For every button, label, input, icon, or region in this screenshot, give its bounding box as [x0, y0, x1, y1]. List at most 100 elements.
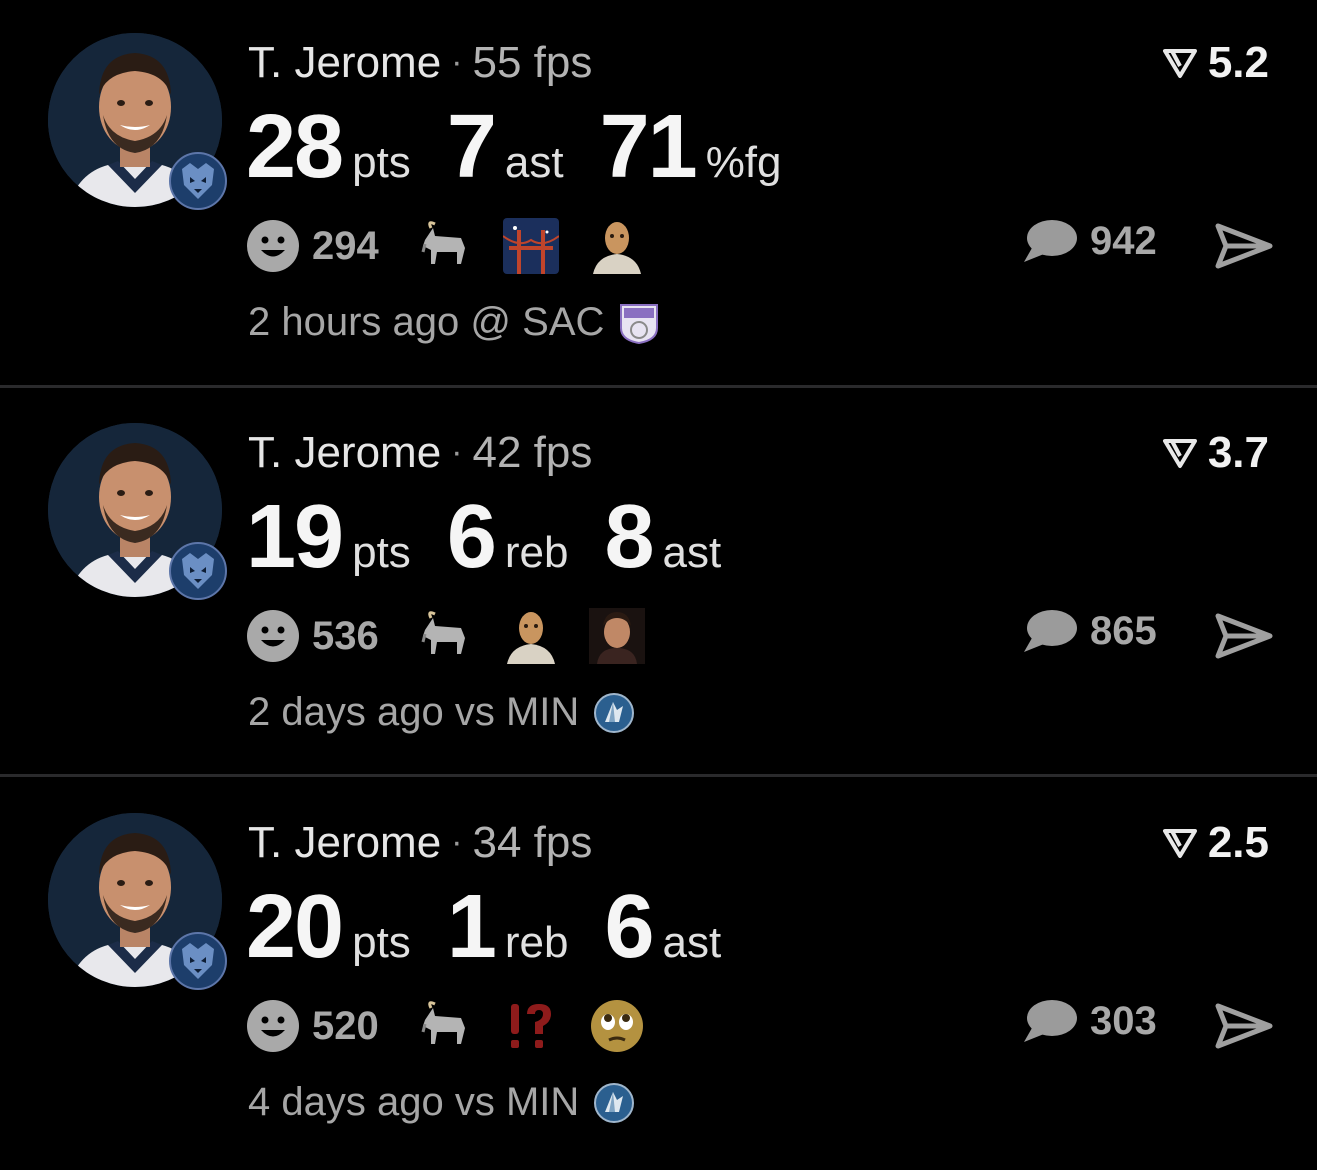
stat-unit: reb [504, 918, 569, 967]
reaction-button[interactable]: 536 [246, 609, 379, 663]
stat-value: 19 [246, 487, 344, 587]
separator: · [451, 433, 463, 471]
post-header: T. Jerome · 34 fps [248, 818, 592, 868]
grizzlies-logo-icon [169, 542, 227, 600]
goat-emoji-icon[interactable] [417, 608, 473, 664]
divider [0, 774, 1317, 777]
comment-bubble-icon [1024, 220, 1077, 262]
time-ago: 2 days ago [248, 690, 444, 734]
reaction-count: 294 [312, 223, 379, 268]
stat-value: 71 [599, 97, 698, 197]
share-send-icon[interactable] [1214, 1002, 1274, 1050]
separator: · [451, 823, 463, 861]
rating-value: 5.2 [1207, 38, 1269, 87]
comment-count: 942 [1090, 218, 1157, 263]
reactions-bar: 520 [246, 998, 675, 1054]
person-photo-emoji-icon[interactable] [588, 608, 645, 664]
player-name[interactable]: T. Jerome [248, 818, 441, 867]
player-avatar[interactable] [48, 423, 227, 600]
player-avatar[interactable] [48, 813, 227, 990]
stat-value: 6 [446, 487, 497, 587]
stat-line: 28 pts 7 ast 71 %fg [246, 96, 818, 199]
opponent-abbr[interactable]: MIN [506, 690, 579, 735]
time-ago: 2 hours ago [248, 300, 460, 344]
stat-unit: pts [352, 918, 411, 967]
player-name[interactable]: T. Jerome [248, 38, 441, 87]
venue-indicator: vs [454, 690, 495, 734]
reaction-button[interactable]: 294 [246, 219, 379, 273]
comment-bubble-icon [1024, 610, 1077, 652]
stat-item: 1 reb [447, 876, 569, 979]
masked-face-emoji-icon[interactable] [589, 218, 645, 274]
reaction-count: 536 [312, 613, 379, 658]
stat-value: 28 [246, 97, 344, 197]
stat-feed: T. Jerome · 55 fps 5.2 28 pts 7 ast 71 %fg 29… [0, 0, 1317, 1156]
bridge-at-night-emoji-icon[interactable] [502, 218, 559, 274]
player-avatar[interactable] [48, 33, 227, 210]
share-send-icon[interactable] [1214, 612, 1274, 660]
opponent-abbr[interactable]: SAC [522, 300, 604, 345]
stat-value: 20 [246, 877, 344, 977]
game-info: 2 days ago vs MIN [248, 690, 635, 735]
rating: 5.2 [1162, 38, 1269, 88]
stat-item: 8 ast [604, 486, 721, 589]
venue-indicator: @ [470, 300, 512, 344]
stat-unit: ast [662, 528, 722, 577]
grizzlies-logo-icon [169, 932, 227, 990]
comments-button[interactable]: 942 [1022, 218, 1157, 264]
stat-item: 6 reb [447, 486, 569, 589]
stat-value: 1 [446, 877, 497, 977]
interrobang-emoji-icon[interactable] [503, 998, 559, 1054]
smiley-icon [247, 220, 299, 272]
reactions-bar: 294 [246, 218, 675, 274]
reactions-bar: 536 [246, 608, 675, 664]
reaction-button[interactable]: 520 [246, 999, 379, 1053]
rating-chevron-icon [1162, 49, 1197, 78]
separator: · [451, 43, 463, 81]
opponent-abbr[interactable]: MIN [506, 1080, 579, 1125]
player-name[interactable]: T. Jerome [248, 428, 441, 477]
stat-unit: ast [662, 918, 722, 967]
goat-emoji-icon[interactable] [417, 998, 473, 1054]
venue-indicator: vs [454, 1080, 495, 1124]
masked-face-emoji-icon[interactable] [503, 608, 559, 664]
rating-chevron-icon [1162, 439, 1197, 468]
post-card[interactable]: T. Jerome · 34 fps 2.5 20 pts 1 reb 6 ast 520 [0, 780, 1317, 1170]
pleading-face-emoji-icon[interactable] [589, 998, 645, 1054]
rating: 2.5 [1162, 818, 1269, 868]
stat-unit: ast [504, 138, 564, 187]
reaction-count: 520 [312, 1003, 379, 1048]
time-ago: 4 days ago [248, 1080, 444, 1124]
grizzlies-logo-icon [169, 152, 227, 210]
stat-item: 71 %fg [600, 96, 782, 199]
stat-item: 19 pts [246, 486, 411, 589]
share-send-icon[interactable] [1214, 222, 1274, 270]
stat-value: 7 [446, 97, 497, 197]
fps-score: 42 fps [472, 428, 593, 477]
smiley-icon [247, 1000, 299, 1052]
post-card[interactable]: T. Jerome · 42 fps 3.7 19 pts 6 reb 8 ast 536 [0, 390, 1317, 780]
timberwolves-logo-icon [594, 692, 635, 733]
kings-logo-icon [620, 303, 659, 344]
rating: 3.7 [1162, 428, 1269, 478]
stat-value: 6 [604, 877, 654, 977]
stat-unit: pts [352, 138, 411, 187]
post-card[interactable]: T. Jerome · 55 fps 5.2 28 pts 7 ast 71 %fg 29… [0, 0, 1317, 390]
comments-button[interactable]: 303 [1022, 998, 1157, 1044]
timberwolves-logo-icon [594, 1082, 635, 1123]
comments-button[interactable]: 865 [1022, 608, 1157, 654]
stat-item: 20 pts [246, 876, 411, 979]
game-info: 2 hours ago @ SAC [248, 300, 660, 345]
comment-bubble-icon [1024, 1000, 1077, 1042]
fps-score: 55 fps [472, 38, 593, 87]
stat-value: 8 [604, 487, 654, 587]
stat-unit: reb [504, 528, 569, 577]
stat-unit: pts [352, 528, 411, 577]
game-info: 4 days ago vs MIN [248, 1080, 635, 1125]
comment-count: 865 [1090, 608, 1157, 653]
goat-emoji-icon[interactable] [417, 218, 473, 274]
stat-line: 19 pts 6 reb 8 ast [246, 486, 757, 589]
smiley-icon [247, 610, 299, 662]
fps-score: 34 fps [472, 818, 593, 867]
divider [0, 385, 1317, 388]
